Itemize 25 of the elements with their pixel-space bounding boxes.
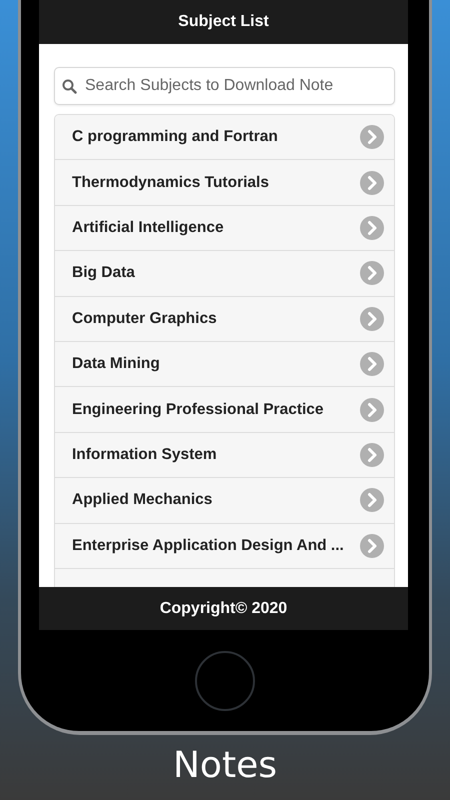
home-button[interactable] bbox=[195, 650, 255, 710]
subject-item[interactable]: Computer Graphics bbox=[55, 296, 394, 342]
search-field[interactable]: Search Subjects to Download Note bbox=[54, 67, 395, 105]
chevron-icon bbox=[360, 488, 384, 512]
subject-item[interactable]: Engineering Professional Practice bbox=[55, 387, 394, 433]
chevron-icon bbox=[360, 398, 384, 422]
caption-text: Notes bbox=[173, 744, 277, 788]
chevron-icon bbox=[360, 261, 384, 286]
subject-item[interactable]: Enterprise Application Design And ... bbox=[55, 524, 394, 569]
chevron-icon bbox=[360, 216, 384, 240]
chevron-icon bbox=[360, 442, 384, 467]
subject-item[interactable]: Thermodynamics Tutorials bbox=[55, 160, 394, 206]
chevron-icon bbox=[360, 306, 384, 331]
screen-title: Subject List bbox=[178, 13, 269, 31]
subject-item[interactable]: C programming and Fortran bbox=[55, 115, 394, 160]
subject-item[interactable]: Information System bbox=[55, 432, 394, 478]
chevron-icon bbox=[360, 170, 384, 195]
subject-item[interactable]: Data Mining bbox=[55, 342, 394, 388]
subject-item[interactable]: Applied Mechanics bbox=[55, 478, 394, 524]
copyright-text: Copyright© 2020 bbox=[160, 600, 288, 618]
subject-item[interactable]: Artificial Intelligence bbox=[55, 206, 394, 252]
chevron-icon bbox=[360, 352, 384, 376]
chevron-icon bbox=[360, 125, 384, 150]
chevron-icon bbox=[360, 534, 384, 558]
subject-item[interactable]: Big Data bbox=[55, 251, 394, 297]
